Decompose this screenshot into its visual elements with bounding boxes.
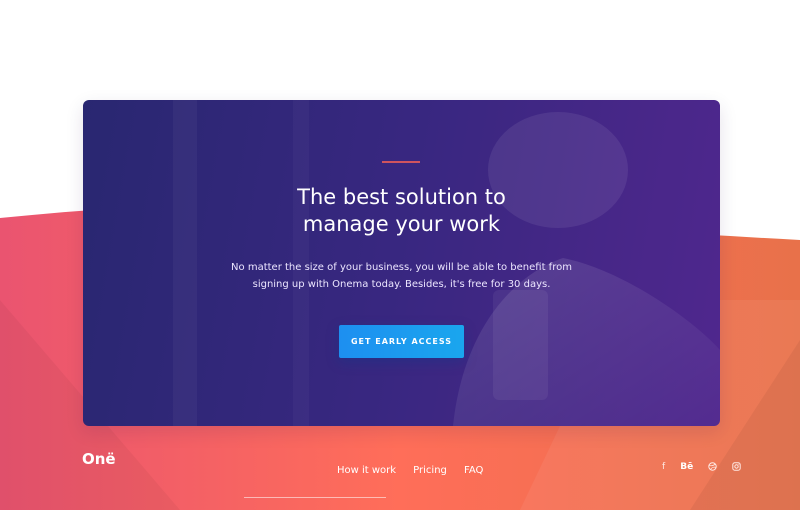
get-early-access-button[interactable]: GET EARLY ACCESS	[339, 325, 464, 358]
footer-divider	[244, 497, 386, 498]
footer-nav: How it work Pricing FAQ	[337, 458, 495, 477]
cta-content: The best solution to manage your work No…	[83, 100, 720, 426]
headline-line-1: The best solution to	[297, 185, 506, 209]
subtext-line-2: signing up with Onema today. Besides, it…	[252, 279, 551, 290]
cta-subtext: No matter the size of your business, you…	[83, 259, 720, 293]
dribbble-icon[interactable]	[708, 462, 718, 471]
instagram-icon[interactable]	[732, 462, 742, 471]
cta-card: The best solution to manage your work No…	[83, 100, 720, 426]
footer: Onë How it work Pricing FAQ f Bē	[0, 440, 800, 510]
nav-link-how-it-work[interactable]: How it work	[337, 465, 396, 476]
headline-line-2: manage your work	[302, 212, 501, 236]
facebook-icon[interactable]: f	[662, 461, 665, 473]
brand-logo[interactable]: Onë	[82, 450, 116, 468]
cta-headline: The best solution to manage your work	[83, 184, 720, 238]
behance-icon[interactable]: Bē	[680, 461, 693, 473]
accent-line	[382, 161, 420, 163]
subtext-line-1: No matter the size of your business, you…	[231, 262, 572, 273]
social-links: f Bē	[652, 456, 742, 475]
nav-link-faq[interactable]: FAQ	[464, 465, 483, 476]
nav-link-pricing[interactable]: Pricing	[413, 465, 447, 476]
